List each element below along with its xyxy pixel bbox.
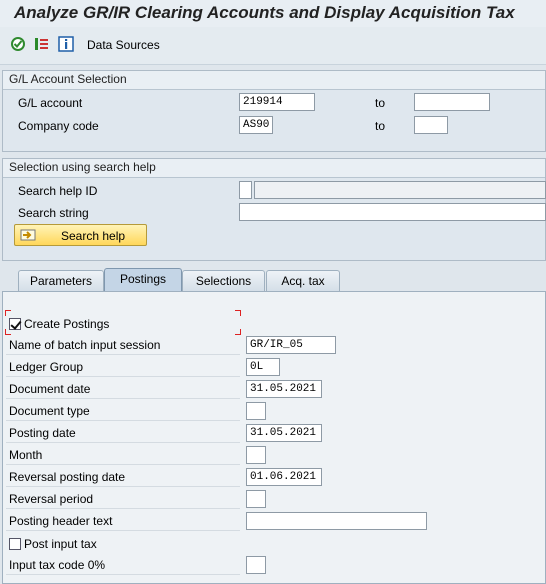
search-string-field[interactable]	[239, 203, 546, 221]
input-tax-code-label: Input tax code 0%	[6, 555, 240, 575]
batch-session-label: Name of batch input session	[6, 335, 240, 355]
search-help-button-label: Search help	[61, 229, 126, 243]
tab-selections[interactable]: Selections	[182, 270, 265, 292]
company-code-to-field[interactable]	[414, 116, 448, 134]
create-postings-label: Create Postings	[24, 317, 110, 331]
create-postings-checkbox[interactable]	[9, 318, 21, 330]
document-date-label: Document date	[6, 379, 240, 399]
batch-session-field[interactable]: GR/IR_05	[246, 336, 336, 354]
gl-account-selection-group: G/L Account Selection	[2, 70, 546, 152]
focus-corner	[5, 310, 11, 316]
document-type-label: Document type	[6, 401, 240, 421]
company-code-to-label: to	[375, 119, 386, 133]
ledger-group-label: Ledger Group	[6, 357, 240, 377]
gl-account-field[interactable]: 219914	[239, 93, 315, 111]
execute-icon[interactable]	[10, 36, 26, 52]
reversal-posting-date-label: Reversal posting date	[6, 467, 240, 487]
document-date-field[interactable]: 31.05.2021	[246, 380, 322, 398]
gl-account-to-label: to	[375, 96, 386, 110]
reversal-posting-date-field[interactable]: 01.06.2021	[246, 468, 322, 486]
group-title: G/L Account Selection	[3, 71, 545, 90]
info-icon[interactable]	[58, 36, 74, 52]
posting-header-text-field[interactable]	[246, 512, 427, 530]
tab-acq-tax[interactable]: Acq. tax	[266, 270, 340, 292]
arrow-right-icon	[20, 228, 38, 245]
month-field[interactable]	[246, 446, 266, 464]
document-type-field[interactable]	[246, 402, 266, 420]
data-sources-button[interactable]: Data Sources	[87, 38, 160, 52]
tab-postings[interactable]: Postings	[104, 268, 182, 292]
search-help-id-field[interactable]	[239, 181, 252, 199]
tab-parameters[interactable]: Parameters	[18, 270, 104, 292]
group-title: Selection using search help	[3, 159, 545, 178]
posting-date-field[interactable]: 31.05.2021	[246, 424, 322, 442]
company-code-label: Company code	[18, 119, 99, 133]
application-toolbar: Data Sources	[0, 27, 546, 65]
company-code-field[interactable]: AS90	[239, 116, 273, 134]
window-title: Analyze GR/IR Clearing Accounts and Disp…	[0, 0, 546, 27]
search-string-label: Search string	[18, 206, 89, 220]
gl-account-label: G/L account	[18, 96, 83, 110]
input-tax-code-field[interactable]	[246, 556, 266, 574]
posting-header-text-label: Posting header text	[6, 511, 240, 531]
post-input-tax-label: Post input tax	[24, 537, 97, 551]
gl-account-to-field[interactable]	[414, 93, 490, 111]
month-label: Month	[6, 445, 240, 465]
search-help-id-description	[254, 181, 546, 199]
reversal-period-label: Reversal period	[6, 489, 240, 509]
search-help-id-label: Search help ID	[18, 184, 98, 198]
reversal-period-field[interactable]	[246, 490, 266, 508]
posting-date-label: Posting date	[6, 423, 240, 443]
search-help-button[interactable]: Search help	[14, 224, 147, 246]
ledger-group-field[interactable]: 0L	[246, 358, 280, 376]
tab-strip: Parameters Postings Selections Acq. tax	[0, 268, 546, 292]
focus-corner	[235, 310, 241, 316]
post-input-tax-checkbox[interactable]	[9, 538, 21, 550]
variant-list-icon[interactable]	[34, 36, 50, 52]
